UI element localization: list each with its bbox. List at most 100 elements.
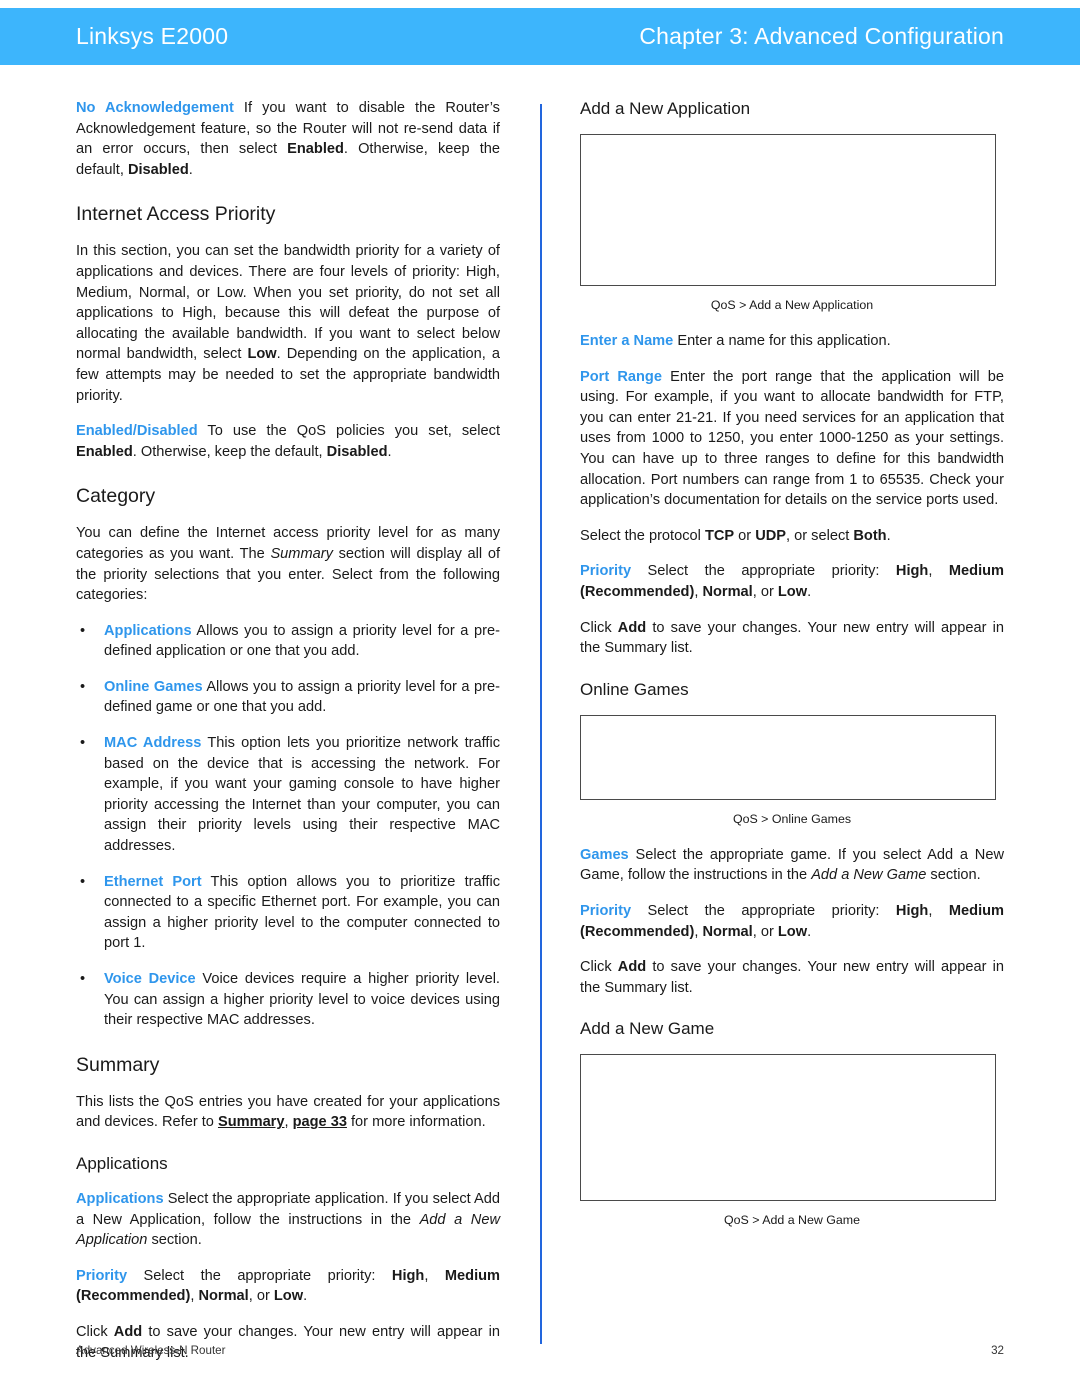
paragraph-priority-games: Priority Select the appropriate priority… [580,901,1004,942]
cross-reference-summary[interactable]: Summary [218,1114,285,1130]
paragraph-click-add-games: Click Add to save your changes. Your new… [580,957,1004,998]
header: Linksys E2000 Chapter 3: Advanced Config… [0,8,1080,65]
list-item: • Ethernet Port This option allows you to… [76,872,500,954]
bullet-dot-icon: • [80,678,86,695]
text: section. [147,1232,202,1249]
bold-high: High [895,563,929,580]
list-item: • Online Games Allows you to assign a pri… [76,677,500,718]
term-priority: Priority [76,1267,128,1284]
paragraph-summary: This lists the QoS entries you have crea… [76,1092,500,1133]
bold-normal: Normal [198,1288,249,1305]
text: This option lets you prioritize network … [104,735,500,855]
screenshot-placeholder [580,134,996,286]
text: , or [248,1288,274,1305]
heading-add-a-new-game: Add a New Game [580,1019,715,1039]
text: Click [580,959,618,976]
text: section. [926,867,981,884]
bold-low: Low [247,346,277,363]
paragraph-enter-a-name: Enter a Name Enter a name for this appli… [580,331,1004,352]
text: , [928,902,949,919]
paragraph-category: You can define the Internet access prior… [76,523,500,605]
bold-disabled: Disabled [127,161,189,178]
page-footer: Advanced Wireless-N Router 32 [76,1344,1004,1357]
paragraph-priority: Priority Select the appropriate priority… [76,1266,500,1307]
bold-enabled: Enabled [76,443,133,460]
text: In this section, you can set the bandwid… [76,243,500,363]
text: Click [580,619,618,636]
cross-reference-page-33[interactable]: page 33 [293,1114,347,1130]
figure-caption: QoS > Online Games [732,811,852,826]
paragraph-applications: Applications Select the appropriate appl… [76,1189,500,1251]
text: . [807,583,812,600]
bold-normal: Normal [702,583,753,600]
page-number: 32 [991,1344,1004,1357]
bullet-dot-icon: • [80,735,86,752]
figure-qos-add-new-application: QoS > Add a New Application [580,134,1004,313]
text: . [387,443,392,460]
figure-caption: QoS > Add a New Game [723,1213,861,1228]
bold-low: Low [777,583,808,600]
list-item: • Voice Device Voice devices require a hi… [76,969,500,1031]
bold-add: Add [617,619,647,636]
text: , [424,1267,445,1284]
text: Select the appropriate priority: [127,1267,392,1284]
heading-internet-access-priority: Internet Access Priority [76,203,276,226]
bold-high: High [391,1267,425,1284]
screenshot-placeholder [580,1054,996,1202]
text: or [734,527,756,544]
heading-add-a-new-application: Add a New Application [580,99,751,118]
term-games: Games [580,846,629,863]
term-voice-device: Voice Device [104,971,196,987]
text: Enter the port range that the applicatio… [580,368,1005,509]
left-column: No Acknowledgement If you want to disabl… [76,98,500,1378]
text: Select the appropriate priority: [631,902,896,919]
italic-summary: Summary [270,545,333,562]
bold-disabled: Disabled [326,443,388,460]
paragraph-port-range: Port Range Enter the port range that the… [580,367,1004,511]
paragraph-protocol: Select the protocol TCP or UDP, or selec… [580,526,1004,547]
list-item: • MAC Address This option lets you priori… [76,733,500,857]
term-priority: Priority [580,902,632,919]
heading-online-games: Online Games [580,679,689,699]
text: , or [752,923,778,940]
term-applications: Applications [76,1190,164,1207]
bold-add: Add [113,1323,143,1340]
heading-summary: Summary [76,1053,160,1076]
paragraph-click-add: Click Add to save your changes. Your new… [580,618,1004,659]
term-ethernet-port: Ethernet Port [104,873,202,890]
bold-tcp: TCP [704,527,735,544]
term-priority: Priority [580,563,632,580]
paragraph-priority: Priority Select the appropriate priority… [580,561,1004,602]
text: . [886,527,891,544]
paragraph-internet-access-priority: In this section, you can set the bandwid… [76,241,500,406]
list-item: • Applications Allows you to assign a pri… [76,621,500,662]
text: To use the QoS policies you set, select [197,423,500,440]
bullet-dot-icon: • [80,873,86,890]
bold-add: Add [617,959,647,976]
text: . [188,161,193,178]
text: , or select [786,527,854,544]
text: Select the appropriate priority: [631,563,896,580]
text: , or [752,583,778,600]
right-column: Add a New Application QoS > Add a New Ap… [580,98,1004,1246]
chapter-title: Chapter 3: Advanced Configuration [639,23,1004,49]
text: . [303,1288,308,1305]
term-enabled-disabled: Enabled/Disabled [76,423,198,440]
term-applications: Applications [104,622,192,639]
bold-both: Both [853,527,887,544]
heading-applications: Applications [76,1153,168,1173]
screenshot-placeholder [580,714,996,800]
bullet-dot-icon: • [80,971,86,987]
term-port-range: Port Range [580,368,662,385]
text: Select the protocol [580,527,705,544]
term-enter-a-name: Enter a Name [580,333,674,349]
text: Enter a name for this application. [673,333,891,349]
category-bullet-list: • Applications Allows you to assign a pri… [76,621,500,1031]
text: , [928,563,949,580]
column-divider [540,104,542,1344]
figure-caption: QoS > Add a New Application [710,298,874,312]
bold-low: Low [273,1288,304,1305]
term-online-games: Online Games [104,678,203,695]
bold-normal: Normal [702,923,753,940]
bold-low: Low [777,923,808,940]
